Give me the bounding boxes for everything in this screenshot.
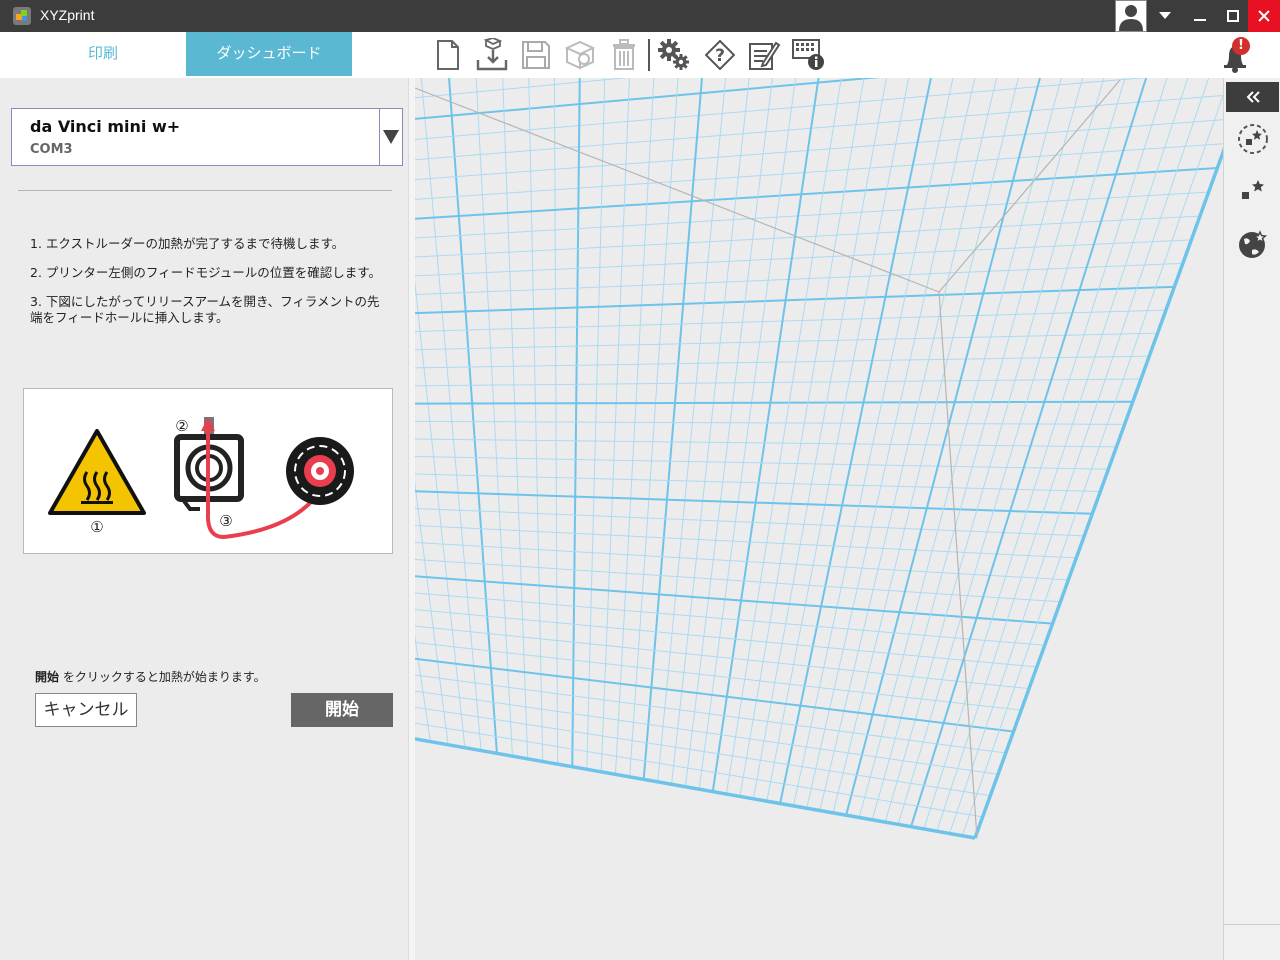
notes-icon [749,41,781,70]
object-button[interactable] [562,37,598,73]
printer-select-dropdown[interactable]: da Vinci mini w+ COM3 [11,108,403,166]
globe-tool-button[interactable] [1236,228,1270,262]
instruction-step-3: 3. 下図にしたがってリリースアームを開き、フィラメントの先端をフィードホールに… [30,294,380,325]
tab-print[interactable]: 印刷 [20,32,186,76]
hint-text: をクリックすると加熱が始まります。 [59,670,266,684]
printer-name: da Vinci mini w+ [30,117,181,136]
title-bar: XYZprint [0,0,1280,32]
user-avatar[interactable] [1115,0,1147,32]
right-rail [1223,78,1280,960]
trash-icon [613,39,635,70]
close-icon [1258,10,1270,22]
label-circle-2: ② [175,417,188,435]
maximize-icon [1227,10,1239,22]
window-title: XYZprint [40,7,95,23]
notification-button[interactable]: ! [1218,36,1258,76]
double-chevron-left-icon [1246,91,1260,103]
settings-icon [658,39,689,70]
globe-icon [1239,230,1268,258]
close-button[interactable] [1248,0,1280,32]
new-file-button[interactable] [430,37,466,73]
filament-load-illustration: ① ② ③ [23,388,393,554]
notification-badge: ! [1232,37,1250,55]
printer-port: COM3 [30,142,73,157]
svg-text:?: ? [715,46,725,66]
panel-splitter[interactable] [408,78,415,960]
left-panel: da Vinci mini w+ COM3 1. エクストルーダーの加熱が完了す… [0,78,408,960]
user-icon [1119,5,1143,31]
notes-button[interactable] [746,37,782,73]
help-icon: ? [705,40,735,70]
divider [18,190,392,191]
save-icon [522,41,550,69]
select-all-icon [1238,124,1268,154]
triangle-down-icon [383,130,399,144]
chevron-down-icon [1159,12,1171,19]
instruction-step-2: 2. プリンター左側のフィードモジュールの位置を確認します。 [30,265,382,280]
3d-viewport[interactable] [415,78,1223,960]
hint-keyword: 開始 [35,670,60,684]
tab-dashboard[interactable]: ダッシュボード [186,32,352,76]
minimize-button[interactable] [1183,0,1217,32]
help-button[interactable]: ? [702,37,738,73]
rail-divider [1224,924,1280,925]
toolbar: 印刷 ダッシュボード ? ! [0,32,1280,78]
minimize-icon [1194,19,1206,21]
start-button[interactable]: 開始 [291,693,393,727]
object-icon [564,40,596,70]
build-plate-grid [415,78,1223,840]
auto-arrange-icon [1242,180,1264,199]
spool-icon [286,437,354,505]
save-button[interactable] [518,37,554,73]
label-circle-3: ③ [219,512,232,530]
toolbar-divider [648,39,650,71]
hot-surface-warning-icon [48,429,146,515]
import-icon [476,38,508,71]
settings-button[interactable] [656,37,692,73]
new-file-icon [437,40,459,70]
maximize-button[interactable] [1216,0,1250,32]
delete-button[interactable] [606,37,642,73]
instruction-steps: 1. エクストルーダーの加熱が完了するまで待機します。 2. プリンター左側のフ… [30,236,390,339]
dropdown-toggle[interactable] [379,109,402,165]
collapse-panel-button[interactable] [1226,82,1279,112]
label-circle-1: ① [90,518,103,536]
instruction-step-1: 1. エクストルーダーの加熱が完了するまで待機します。 [30,236,345,251]
auto-arrange-button[interactable] [1236,174,1270,208]
cancel-button[interactable]: キャンセル [35,693,137,727]
start-hint: 開始 をクリックすると加熱が始まります。 [35,668,266,685]
account-menu-button[interactable] [1148,0,1182,32]
app-logo-icon [13,7,31,25]
printer-info-icon [792,39,824,70]
printer-info-button[interactable] [790,37,826,73]
import-button[interactable] [474,37,510,73]
select-all-button[interactable] [1236,122,1270,156]
